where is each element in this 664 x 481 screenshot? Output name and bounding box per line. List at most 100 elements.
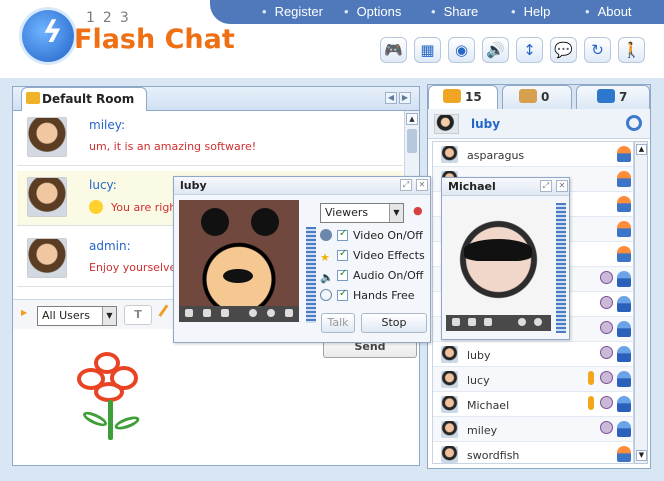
person-icon [617, 146, 631, 162]
option-hands-free[interactable]: Hands Free [320, 288, 415, 307]
resize-icon[interactable]: ⤢ [540, 180, 552, 192]
close-icon[interactable]: ✕ [556, 180, 568, 192]
plus-icon[interactable] [249, 309, 257, 317]
text-format-icon[interactable]: T [124, 305, 152, 325]
user-name: lucy [467, 374, 490, 387]
nav-register[interactable]: Register [262, 4, 323, 19]
user-name: Michael [467, 399, 510, 412]
camera-icon[interactable] [452, 318, 460, 326]
walk-icon[interactable]: 🚶 [618, 37, 645, 63]
user-name: asparagus [467, 149, 525, 162]
window-icon[interactable]: ▦ [414, 37, 441, 63]
gear-icon[interactable] [626, 115, 642, 131]
camera-icon [320, 229, 332, 241]
message-item: miley: um, it is an amazing software! [17, 111, 403, 166]
nav-share[interactable]: Share [431, 4, 479, 19]
petal [94, 382, 124, 402]
recipient-select[interactable]: All Users ▼ [37, 306, 117, 326]
avatar [441, 396, 458, 413]
video-title-luby[interactable]: luby [174, 177, 430, 195]
user-name: swordfish [467, 449, 520, 462]
gamepad-icon[interactable]: 🎮 [380, 37, 407, 63]
user-row[interactable]: asparagus [433, 142, 633, 167]
person-icon [617, 246, 631, 262]
message-user[interactable]: admin: [89, 239, 131, 253]
current-user-avatar[interactable] [434, 114, 459, 134]
webcam-icon[interactable] [600, 421, 613, 434]
minus-icon[interactable] [534, 318, 542, 326]
resize-icon[interactable]: ↕ [516, 37, 543, 63]
nav-about[interactable]: About [585, 4, 632, 19]
webcam-icon[interactable] [600, 321, 613, 334]
stop-button[interactable]: Stop [361, 313, 427, 333]
refresh-icon[interactable]: ↻ [584, 37, 611, 63]
webcam-icon[interactable] [600, 271, 613, 284]
person-icon [617, 196, 631, 212]
hands-free-checkbox[interactable] [337, 288, 348, 301]
room-tab-default[interactable]: Default Room [21, 87, 147, 111]
tab-online-users[interactable]: 15 [428, 85, 498, 109]
avatar [27, 238, 67, 278]
message-user[interactable]: lucy: [89, 178, 117, 192]
avatar [441, 421, 458, 438]
video-controls [179, 306, 299, 322]
avatar [441, 146, 458, 163]
user-scrollbar[interactable]: ▲ ▼ [634, 141, 648, 464]
person-icon [617, 171, 631, 187]
video-checkbox[interactable] [337, 228, 348, 241]
user-row[interactable]: swordfish [433, 442, 633, 463]
close-icon[interactable]: ✕ [416, 179, 428, 191]
avatar [27, 177, 67, 217]
person-icon [617, 271, 631, 287]
tab-rooms[interactable]: 7 [576, 85, 650, 109]
scroll-up-icon[interactable]: ▲ [636, 144, 647, 155]
option-audio[interactable]: 🔈 Audio On/Off [320, 268, 423, 287]
video-window-michael: Michael ⤢ ✕ [441, 177, 570, 340]
camera-icon[interactable] [185, 309, 193, 317]
flower-stem [108, 400, 113, 440]
person-icon [617, 296, 631, 312]
nav-options[interactable]: Options [344, 4, 402, 19]
webcam-icon[interactable] [600, 371, 613, 384]
avatar [441, 371, 458, 388]
scroll-down-icon[interactable]: ▼ [636, 450, 647, 461]
star-icon[interactable] [221, 309, 229, 317]
scroll-up-icon[interactable]: ▲ [406, 113, 418, 125]
webcam-icon[interactable] [600, 296, 613, 309]
audio-checkbox[interactable] [337, 268, 348, 281]
minus-icon[interactable] [267, 309, 275, 317]
plus-icon[interactable] [518, 318, 526, 326]
talk-button[interactable]: Talk [321, 313, 355, 333]
nav-help[interactable]: Help [511, 4, 551, 19]
avatar [441, 446, 458, 463]
leaf [113, 413, 141, 433]
flash-chat-app: ϟ 123 Flash Chat Register Options Share … [0, 0, 664, 481]
user-row[interactable]: Michael [433, 392, 633, 417]
sound-icon[interactable] [468, 318, 476, 326]
user-row[interactable]: luby [433, 342, 633, 367]
right-arrow-icon[interactable]: ▶ [399, 92, 411, 104]
chat-icon[interactable] [484, 318, 492, 326]
tab-friends[interactable]: 0 [502, 85, 572, 109]
option-effects[interactable]: ★ Video Effects [320, 248, 425, 267]
fullscreen-icon[interactable] [285, 309, 293, 317]
message-user[interactable]: miley: [89, 118, 125, 132]
effects-checkbox[interactable] [337, 248, 348, 261]
user-row[interactable]: lucy [433, 367, 633, 392]
webcam-icon[interactable] [600, 346, 613, 359]
smile-icon [89, 200, 103, 214]
resize-icon[interactable]: ⤢ [400, 179, 412, 191]
webcam-icon[interactable] [600, 396, 613, 409]
webcam-icon[interactable]: ◉ [448, 37, 475, 63]
scroll-thumb[interactable] [407, 129, 417, 153]
user-row[interactable]: miley [433, 417, 633, 442]
avatar [27, 117, 67, 157]
sound-icon[interactable]: 🔊 [482, 37, 509, 63]
mute-icon[interactable]: ● [413, 204, 423, 217]
chat-bubble-icon[interactable]: 💬 [550, 37, 577, 63]
left-arrow-icon[interactable]: ◀ [385, 92, 397, 104]
webcam-video [179, 200, 299, 322]
option-video[interactable]: Video On/Off [320, 228, 423, 247]
sound-icon[interactable] [203, 309, 211, 317]
viewers-select[interactable]: Viewers ▼ [320, 203, 404, 223]
